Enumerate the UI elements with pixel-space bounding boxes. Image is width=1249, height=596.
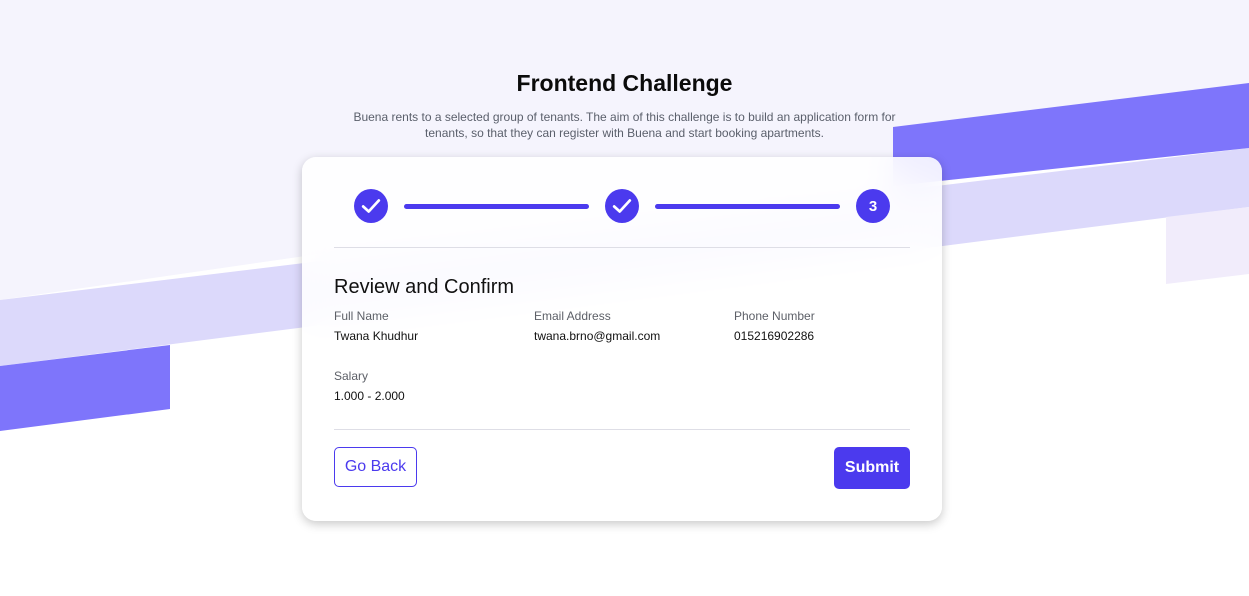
- step-2-completed: [605, 189, 639, 223]
- submit-button[interactable]: Submit: [834, 447, 910, 489]
- top-divider: [334, 247, 910, 248]
- salary-label: Salary: [334, 369, 369, 383]
- bottom-divider: [334, 429, 910, 430]
- full-name-field: Full Name Twana Khudhur: [334, 309, 418, 343]
- full-name-label: Full Name: [334, 309, 389, 323]
- step-connector-1: [404, 204, 589, 209]
- page-subtitle: Buena rents to a selected group of tenan…: [353, 110, 896, 140]
- salary-value: 1.000 - 2.000: [334, 389, 405, 403]
- email-label: Email Address: [534, 309, 611, 323]
- review-card: 3 Review and Confirm Full Name Twana Khu…: [302, 157, 942, 521]
- full-name-value: Twana Khudhur: [334, 329, 419, 343]
- go-back-button[interactable]: Go Back: [334, 447, 417, 487]
- step-connector-2: [655, 204, 840, 209]
- email-field: Email Address twana.brno@gmail.com: [534, 309, 660, 343]
- step-1-completed: [354, 189, 388, 223]
- page-header: Frontend Challenge Buena rents to a sele…: [0, 70, 1249, 141]
- salary-field: Salary 1.000 - 2.000: [334, 369, 405, 403]
- email-value: twana.brno@gmail.com: [534, 329, 661, 343]
- phone-label: Phone Number: [734, 309, 815, 323]
- checkmark-icon: [361, 199, 381, 213]
- page-title: Frontend Challenge: [516, 70, 733, 96]
- phone-value: 015216902286: [734, 329, 815, 343]
- checkmark-icon: [612, 199, 632, 213]
- phone-field: Phone Number 015216902286: [734, 309, 815, 343]
- progress-stepper: 3: [354, 189, 890, 223]
- step-3-active: 3: [856, 189, 890, 223]
- section-title: Review and Confirm: [334, 276, 515, 298]
